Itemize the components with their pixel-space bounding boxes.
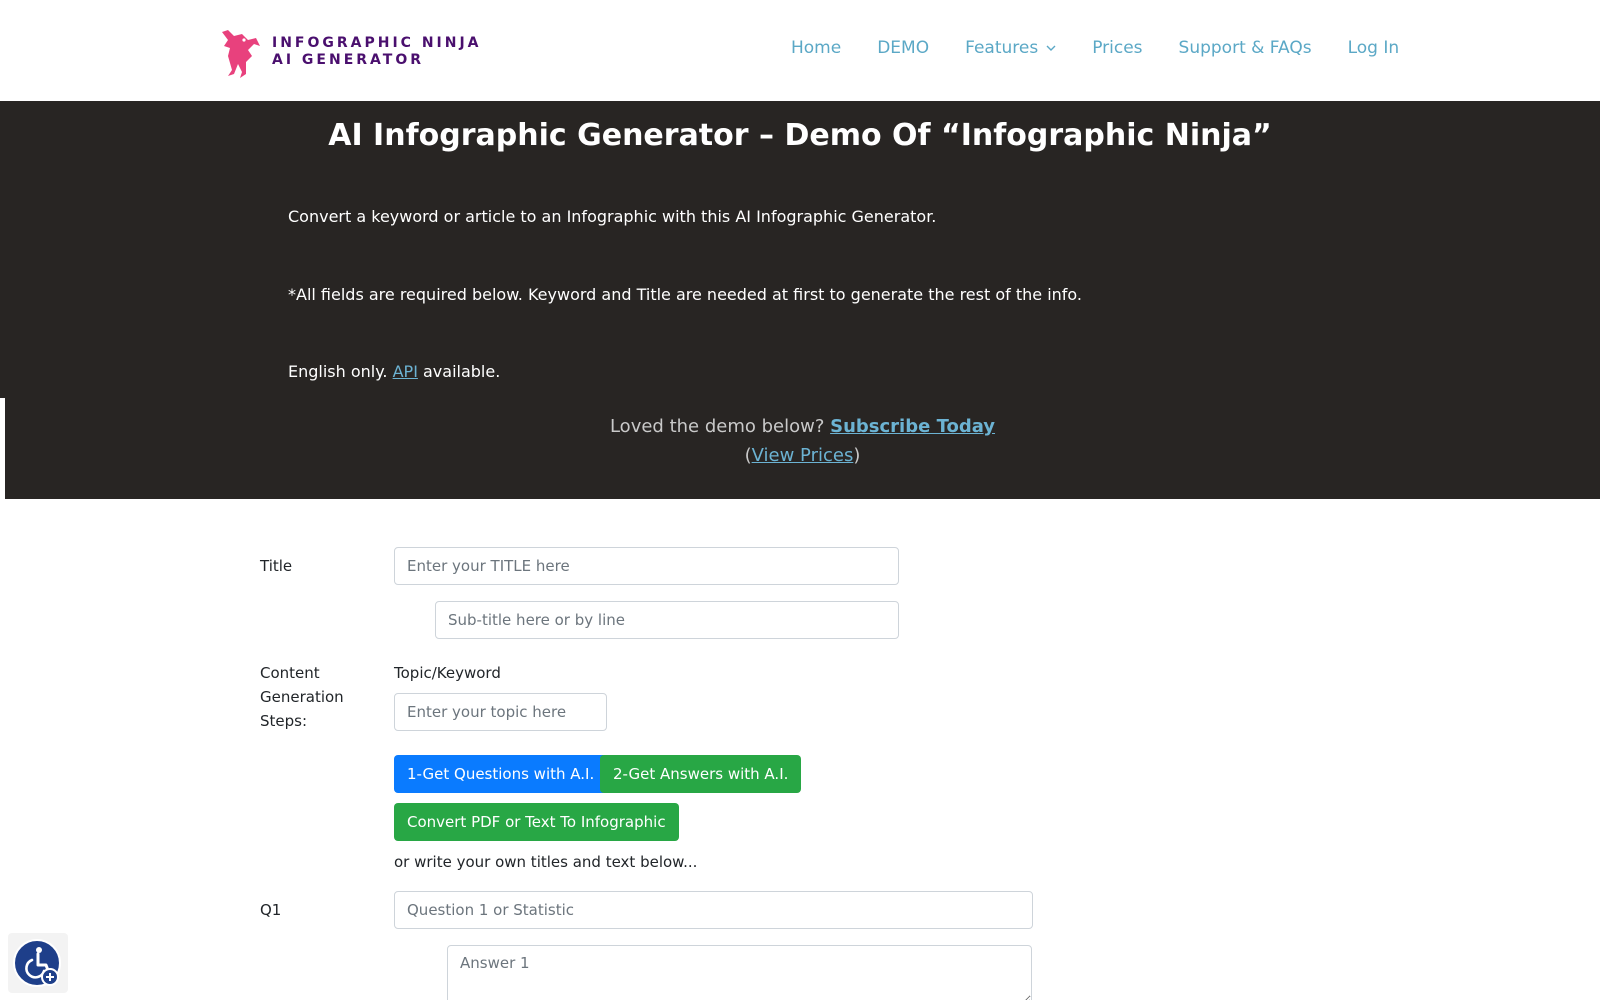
site-header: INFOGRAPHIC NINJA AI GENERATOR Home DEMO… — [0, 0, 1600, 101]
chevron-down-icon — [1046, 45, 1056, 51]
accessibility-widget[interactable] — [8, 933, 68, 993]
logo-line-1: INFOGRAPHIC NINJA — [272, 35, 482, 51]
logo-line-2: AI GENERATOR — [272, 52, 425, 68]
nav-demo[interactable]: DEMO — [877, 38, 929, 58]
hero-api-note: English only. API available. — [288, 362, 500, 381]
site-logo[interactable]: INFOGRAPHIC NINJA AI GENERATOR — [214, 26, 482, 78]
hero-intro: Convert a keyword or article to an Infog… — [288, 207, 937, 226]
convert-pdf-button[interactable]: Convert PDF or Text To Infographic — [394, 803, 679, 841]
answer-1-textarea[interactable] — [447, 945, 1032, 1000]
question-1-input[interactable] — [394, 891, 1033, 929]
hero-section: AI Infographic Generator – Demo Of “Info… — [0, 101, 1600, 499]
api-suffix: available. — [417, 362, 501, 381]
view-prices-link[interactable]: View Prices — [752, 445, 854, 466]
subscribe-link[interactable]: Subscribe Today — [830, 416, 995, 437]
nav-prices[interactable]: Prices — [1092, 38, 1142, 58]
hero-edge — [0, 398, 5, 499]
ninja-logo-icon — [222, 30, 260, 78]
nav-features[interactable]: Features — [965, 38, 1056, 58]
steps-label: Content Generation Steps: — [260, 661, 344, 733]
get-answers-button[interactable]: 2-Get Answers with A.I. — [600, 755, 802, 793]
main-nav: Home DEMO Features Prices Support & FAQs… — [791, 38, 1399, 58]
logo-text: INFOGRAPHIC NINJA AI GENERATOR — [272, 35, 482, 69]
own-text-note: or write your own titles and text below.… — [394, 853, 698, 871]
nav-home[interactable]: Home — [791, 38, 841, 58]
topic-input[interactable] — [394, 693, 607, 731]
title-label: Title — [260, 557, 293, 575]
nav-features-label: Features — [965, 38, 1039, 58]
accessibility-icon — [8, 933, 68, 993]
nav-login[interactable]: Log In — [1348, 38, 1400, 58]
steps-label-line-2: Generation — [260, 688, 344, 706]
paren-open: ( — [744, 445, 752, 466]
hero-required-note: *All fields are required below. Keyword … — [288, 285, 1082, 304]
api-link[interactable]: API — [393, 362, 418, 381]
api-prefix: English only. — [288, 362, 393, 381]
page-title: AI Infographic Generator – Demo Of “Info… — [328, 118, 1272, 153]
topic-label: Topic/Keyword — [394, 664, 501, 682]
steps-label-line-1: Content — [260, 664, 320, 682]
get-questions-button[interactable]: 1-Get Questions with A.I. — [394, 755, 608, 793]
q1-label: Q1 — [260, 901, 282, 919]
title-input[interactable] — [394, 547, 899, 585]
paren-close: ) — [853, 445, 861, 466]
subtitle-input[interactable] — [435, 601, 899, 639]
steps-label-line-3: Steps: — [260, 712, 308, 730]
subscribe-cta: Loved the demo below? Subscribe Today (V… — [0, 412, 1600, 470]
nav-support[interactable]: Support & FAQs — [1179, 38, 1312, 58]
loved-text: Loved the demo below? — [609, 416, 831, 437]
